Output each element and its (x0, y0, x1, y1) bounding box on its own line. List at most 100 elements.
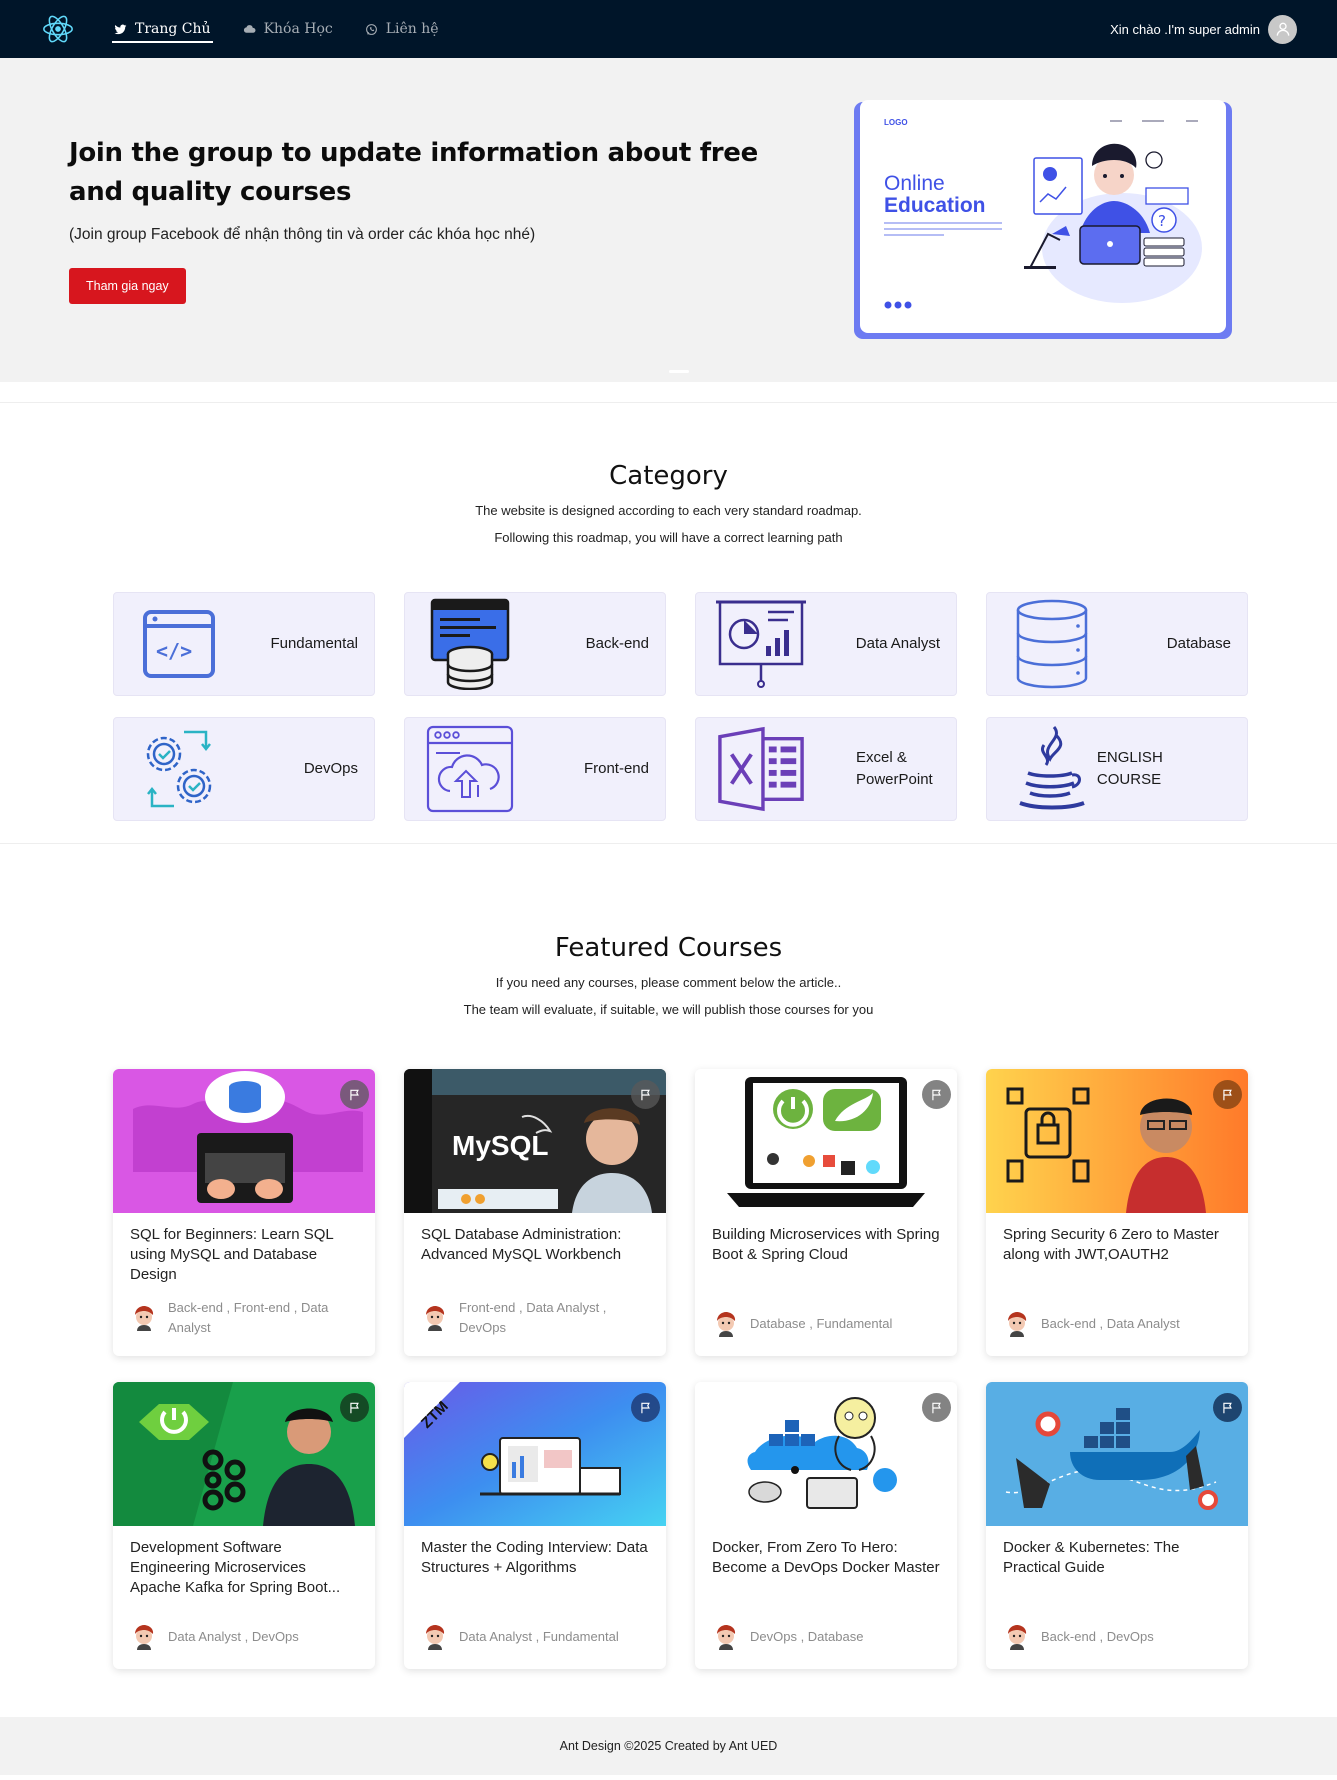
author-avatar-icon (1003, 1623, 1031, 1651)
database-icon (1007, 598, 1097, 690)
java-cup-icon (1007, 723, 1097, 815)
course-meta: Back-end , Front-end , Data Analyst (130, 1298, 359, 1338)
featured-desc-line2: The team will evaluate, if suitable, we … (463, 1002, 874, 1017)
menu-item-contact[interactable]: Liên hệ (363, 0, 441, 58)
category-description: The website is designed according to eac… (0, 497, 1337, 551)
course-tags: DevOps , Database (750, 1629, 864, 1644)
flag-icon[interactable] (922, 1393, 951, 1422)
course-thumbnail: MySQL (404, 1069, 666, 1213)
menu-label-courses: Khóa Học (263, 21, 333, 37)
category-card-excel-powerpoint[interactable]: Excel & PowerPoint (695, 717, 957, 821)
category-label-data-analyst: Data Analyst (855, 635, 940, 652)
author-avatar-icon (130, 1304, 158, 1332)
category-grid: </> Fundamental Back-end Data Analyst Da… (113, 592, 1337, 821)
footer: Ant Design ©2025 Created by Ant UED (0, 1717, 1337, 1775)
illus-heading-line2: Education (884, 194, 986, 217)
category-card-devops[interactable]: DevOps (113, 717, 375, 821)
course-meta: DevOps , Database (712, 1623, 941, 1651)
user-avatar-icon[interactable] (1268, 14, 1297, 44)
course-card[interactable]: MySQL SQL Database Administration: Advan… (404, 1069, 666, 1356)
course-card[interactable]: Building Microservices with Spring Boot … (695, 1069, 957, 1356)
hero-banner: Join the group to update information abo… (0, 58, 1337, 382)
top-navbar: Trang Chủ Khóa Học Liên hệ Xin chào .I'm… (0, 0, 1337, 58)
category-label-backend: Back-end (585, 635, 649, 652)
online-education-illustration: LOGO Online Education ? (852, 98, 1232, 341)
author-avatar-icon (712, 1310, 740, 1338)
illus-logo-text: LOGO (884, 118, 908, 127)
category-label-frontend: Front-end (583, 760, 649, 777)
course-tags: Database , Fundamental (750, 1316, 893, 1331)
course-card[interactable]: Development Software Engineering Microse… (113, 1382, 375, 1669)
course-title[interactable]: Development Software Engineering Microse… (113, 1526, 375, 1604)
category-label-fundamental: Fundamental (270, 635, 358, 652)
course-title[interactable]: SQL for Beginners: Learn SQL using MySQL… (113, 1213, 375, 1291)
greeting-text: Xin chào .I'm super admin (1110, 21, 1260, 37)
hero-text: Join the group to update information abo… (69, 134, 769, 304)
category-card-database[interactable]: Database (986, 592, 1248, 696)
author-avatar-icon (421, 1623, 449, 1651)
user-menu[interactable]: Xin chào .I'm super admin (1110, 14, 1297, 44)
course-title[interactable]: Master the Coding Interview: Data Struct… (404, 1526, 666, 1604)
join-now-button[interactable]: Tham gia ngay (69, 268, 186, 304)
menu-label-contact: Liên hệ (385, 21, 439, 37)
course-meta: Front-end , Data Analyst , DevOps (421, 1298, 650, 1338)
react-logo-icon[interactable] (40, 11, 76, 47)
course-tags: Front-end , Data Analyst , DevOps (459, 1300, 607, 1335)
course-card[interactable]: ZTM Master the Coding Interview: Data St… (404, 1382, 666, 1669)
flag-icon[interactable] (1213, 1393, 1242, 1422)
author-avatar-icon (130, 1623, 158, 1651)
course-card[interactable]: SQL for Beginners: Learn SQL using MySQL… (113, 1069, 375, 1356)
category-card-fundamental[interactable]: </> Fundamental (113, 592, 375, 696)
category-section: Category The website is designed accordi… (0, 403, 1337, 821)
category-card-backend[interactable]: Back-end (404, 592, 666, 696)
course-title[interactable]: Docker, From Zero To Hero: Become a DevO… (695, 1526, 957, 1604)
illus-heading-line1: Online (884, 172, 945, 195)
excel-icon (716, 723, 806, 815)
course-card[interactable]: Docker & Kubernetes: The Practical Guide… (986, 1382, 1248, 1669)
course-thumbnail: ZTM (404, 1382, 666, 1526)
course-thumbnail (986, 1069, 1248, 1213)
presentation-chart-icon (716, 598, 806, 690)
author-avatar-icon (712, 1623, 740, 1651)
course-thumbnail (695, 1069, 957, 1213)
author-avatar-icon (1003, 1310, 1031, 1338)
thumb-mysql-text: MySQL (452, 1130, 548, 1161)
category-label-database: Database (1166, 635, 1231, 652)
flag-icon[interactable] (922, 1080, 951, 1109)
flag-icon[interactable] (631, 1080, 660, 1109)
twitter-icon (114, 24, 127, 34)
course-meta: Data Analyst , DevOps (130, 1623, 359, 1651)
course-title[interactable]: Docker & Kubernetes: The Practical Guide (986, 1526, 1248, 1604)
course-tags: Data Analyst , DevOps (168, 1629, 299, 1644)
menu-label-home: Trang Chủ (135, 21, 211, 37)
flag-icon[interactable] (1213, 1080, 1242, 1109)
cloud-upload-window-icon (425, 723, 515, 815)
main-menu: Trang Chủ Khóa Học Liên hệ (112, 0, 441, 58)
flag-icon[interactable] (631, 1393, 660, 1422)
category-card-english-course[interactable]: ENGLISH COURSE (986, 717, 1248, 821)
hero-title: Join the group to update information abo… (69, 138, 758, 207)
menu-item-courses[interactable]: Khóa Học (241, 0, 335, 58)
flag-icon[interactable] (340, 1393, 369, 1422)
course-title[interactable]: SQL Database Administration: Advanced My… (404, 1213, 666, 1291)
course-card[interactable]: Docker, From Zero To Hero: Become a DevO… (695, 1382, 957, 1669)
category-card-frontend[interactable]: Front-end (404, 717, 666, 821)
course-title[interactable]: Spring Security 6 Zero to Master along w… (986, 1213, 1248, 1291)
carousel-dot[interactable] (669, 370, 689, 373)
course-tags: Back-end , DevOps (1041, 1629, 1154, 1644)
course-card[interactable]: Spring Security 6 Zero to Master along w… (986, 1069, 1248, 1356)
svg-text:?: ? (1158, 212, 1166, 230)
featured-description: If you need any courses, please comment … (0, 969, 1337, 1023)
menu-item-home[interactable]: Trang Chủ (112, 0, 213, 58)
gears-cycle-icon (134, 723, 224, 815)
category-card-data-analyst[interactable]: Data Analyst (695, 592, 957, 696)
course-meta: Data Analyst , Fundamental (421, 1623, 650, 1651)
flag-icon[interactable] (340, 1080, 369, 1109)
hero-subtitle: (Join group Facebook để nhận thông tin v… (69, 226, 536, 243)
svg-text:</>: </> (156, 639, 192, 663)
category-desc-line1: The website is designed according to eac… (475, 503, 862, 518)
category-desc-line2: Following this roadmap, you will have a … (494, 530, 843, 545)
course-tags: Data Analyst , Fundamental (459, 1629, 619, 1644)
course-tags: Back-end , Front-end , Data Analyst (168, 1300, 329, 1335)
course-title[interactable]: Building Microservices with Spring Boot … (695, 1213, 957, 1291)
